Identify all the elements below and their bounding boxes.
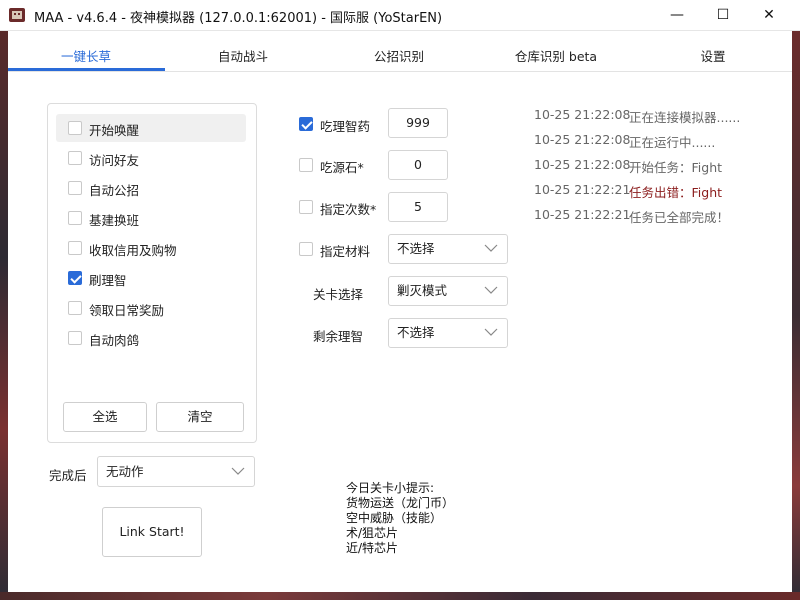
task-item-credit-shopping[interactable]: 收取信用及购物 — [56, 234, 246, 262]
task-checkbox[interactable] — [68, 151, 82, 165]
stone-checkbox[interactable] — [299, 158, 313, 172]
select-value: 无动作 — [106, 464, 144, 479]
wallpaper-bottom-edge — [0, 592, 800, 600]
task-item-auto-roguelike[interactable]: 自动肉鸽 — [56, 324, 246, 352]
times-label: 指定次数* — [320, 202, 377, 217]
medicine-label: 吃理智药 — [320, 119, 371, 134]
tab-settings[interactable]: 设置 — [635, 31, 791, 71]
log-entry: 10-25 21:22:08 正在运行中...... — [534, 132, 784, 150]
log-time: 10-25 21:22:21 — [534, 207, 631, 222]
stage-select[interactable]: 剿灭模式 — [388, 276, 508, 306]
medicine-checkbox[interactable] — [299, 117, 313, 131]
stage-tip-line: 货物运送（龙门币） — [346, 496, 455, 510]
remaining-sanity-select[interactable]: 不选择 — [388, 318, 508, 348]
task-item-wake-up[interactable]: 开始唤醒 — [56, 114, 246, 142]
task-label: 开始唤醒 — [89, 123, 140, 138]
task-label: 领取日常奖励 — [89, 303, 165, 318]
title-bar[interactable]: MAA - v4.6.4 - 夜神模拟器 (127.0.0.1:62001) -… — [0, 0, 800, 31]
task-label: 基建换班 — [89, 213, 140, 228]
task-item-daily-rewards[interactable]: 领取日常奖励 — [56, 294, 246, 322]
link-start-button[interactable]: Link Start! — [102, 507, 202, 557]
chevron-down-icon — [231, 467, 245, 475]
stage-tip-line: 近/特芯片 — [346, 541, 399, 555]
log-time: 10-25 21:22:08 — [534, 132, 631, 147]
stone-label: 吃源石* — [320, 160, 364, 175]
app-logo-icon — [9, 8, 25, 22]
stone-count-input[interactable]: 0 — [388, 150, 448, 180]
task-checkbox-checked[interactable] — [68, 271, 82, 285]
task-item-base-shift[interactable]: 基建换班 — [56, 204, 246, 232]
stage-tips-heading: 今日关卡小提示: — [346, 481, 435, 495]
tab-depot-recognition[interactable]: 仓库识别 beta — [478, 31, 634, 71]
task-item-auto-recruit[interactable]: 自动公招 — [56, 174, 246, 202]
remaining-sanity-label: 剩余理智 — [313, 329, 364, 344]
client-area: 一键长草 自动战斗 公招识别 仓库识别 beta 设置 开始唤醒 访问好友 自动… — [8, 31, 792, 592]
task-checkbox[interactable] — [68, 211, 82, 225]
material-label: 指定材料 — [320, 244, 371, 259]
task-label: 自动公招 — [89, 183, 140, 198]
maximize-button[interactable]: ☐ — [700, 0, 746, 30]
app-window: MAA - v4.6.4 - 夜神模拟器 (127.0.0.1:62001) -… — [0, 0, 800, 592]
tab-one-click-farming[interactable]: 一键长草 — [8, 31, 164, 71]
task-checkbox[interactable] — [68, 181, 82, 195]
chevron-down-icon — [484, 286, 498, 294]
task-checkbox[interactable] — [68, 241, 82, 255]
log-time: 10-25 21:22:21 — [534, 182, 631, 197]
select-value: 不选择 — [397, 241, 435, 256]
task-checkbox[interactable] — [68, 331, 82, 345]
clear-button[interactable]: 清空 — [156, 402, 244, 432]
log-message: 正在连接模拟器...... — [629, 110, 741, 125]
stage-tips: 今日关卡小提示: 货物运送（龙门币） 空中威胁（技能） 术/狙芯片 近/特芯片 — [346, 481, 454, 556]
log-message: 正在运行中...... — [629, 135, 716, 150]
stage-select-label: 关卡选择 — [313, 287, 364, 302]
active-tab-indicator — [8, 68, 165, 71]
after-completion-select[interactable]: 无动作 — [97, 456, 255, 487]
medicine-count-input[interactable]: 999 — [388, 108, 448, 138]
task-item-visit-friends[interactable]: 访问好友 — [56, 144, 246, 172]
tab-auto-battle[interactable]: 自动战斗 — [165, 31, 321, 71]
task-label: 自动肉鸽 — [89, 333, 140, 348]
select-all-button[interactable]: 全选 — [63, 402, 147, 432]
tab-recruit-recognition[interactable]: 公招识别 — [321, 31, 477, 71]
material-select[interactable]: 不选择 — [388, 234, 508, 264]
task-label: 收取信用及购物 — [89, 243, 177, 258]
task-item-farm-sanity[interactable]: 刷理智 — [56, 264, 246, 292]
minimize-icon: — — [670, 7, 684, 23]
window-title: MAA - v4.6.4 - 夜神模拟器 (127.0.0.1:62001) -… — [34, 11, 443, 26]
log-message: 任务已全部完成！ — [629, 210, 730, 225]
log-entry: 10-25 21:22:21 任务已全部完成！ — [534, 207, 784, 225]
tab-bar: 一键长草 自动战斗 公招识别 仓库识别 beta 设置 — [8, 31, 792, 72]
chevron-down-icon — [484, 244, 498, 252]
task-list-panel: 开始唤醒 访问好友 自动公招 基建换班 收取信用及购物 刷理智 领取日常奖励 自… — [47, 103, 257, 443]
select-value: 剿灭模式 — [397, 283, 448, 298]
log-message: 开始任务：Fight — [629, 160, 723, 175]
task-checkbox[interactable] — [68, 121, 82, 135]
maximize-icon: ☐ — [716, 7, 730, 23]
after-completion-label: 完成后 — [49, 468, 87, 483]
task-label: 访问好友 — [89, 153, 140, 168]
times-checkbox[interactable] — [299, 200, 313, 214]
minimize-button[interactable]: — — [654, 0, 700, 30]
log-time: 10-25 21:22:08 — [534, 157, 631, 172]
close-button[interactable]: ✕ — [746, 0, 792, 30]
log-time: 10-25 21:22:08 — [534, 107, 631, 122]
task-checkbox[interactable] — [68, 301, 82, 315]
chevron-down-icon — [484, 328, 498, 336]
stage-tip-line: 空中威胁（技能） — [346, 511, 443, 525]
log-entry: 10-25 21:22:08 正在连接模拟器...... — [534, 107, 784, 125]
select-value: 不选择 — [397, 325, 435, 340]
task-label: 刷理智 — [89, 273, 127, 288]
close-icon: ✕ — [763, 7, 775, 23]
log-message: 任务出错：Fight — [629, 185, 723, 200]
log-entry: 10-25 21:22:08 开始任务：Fight — [534, 157, 784, 175]
material-checkbox[interactable] — [299, 242, 313, 256]
stage-tip-line: 术/狙芯片 — [346, 526, 399, 540]
log-entry-error: 10-25 21:22:21 任务出错：Fight — [534, 182, 784, 200]
times-count-input[interactable]: 5 — [388, 192, 448, 222]
